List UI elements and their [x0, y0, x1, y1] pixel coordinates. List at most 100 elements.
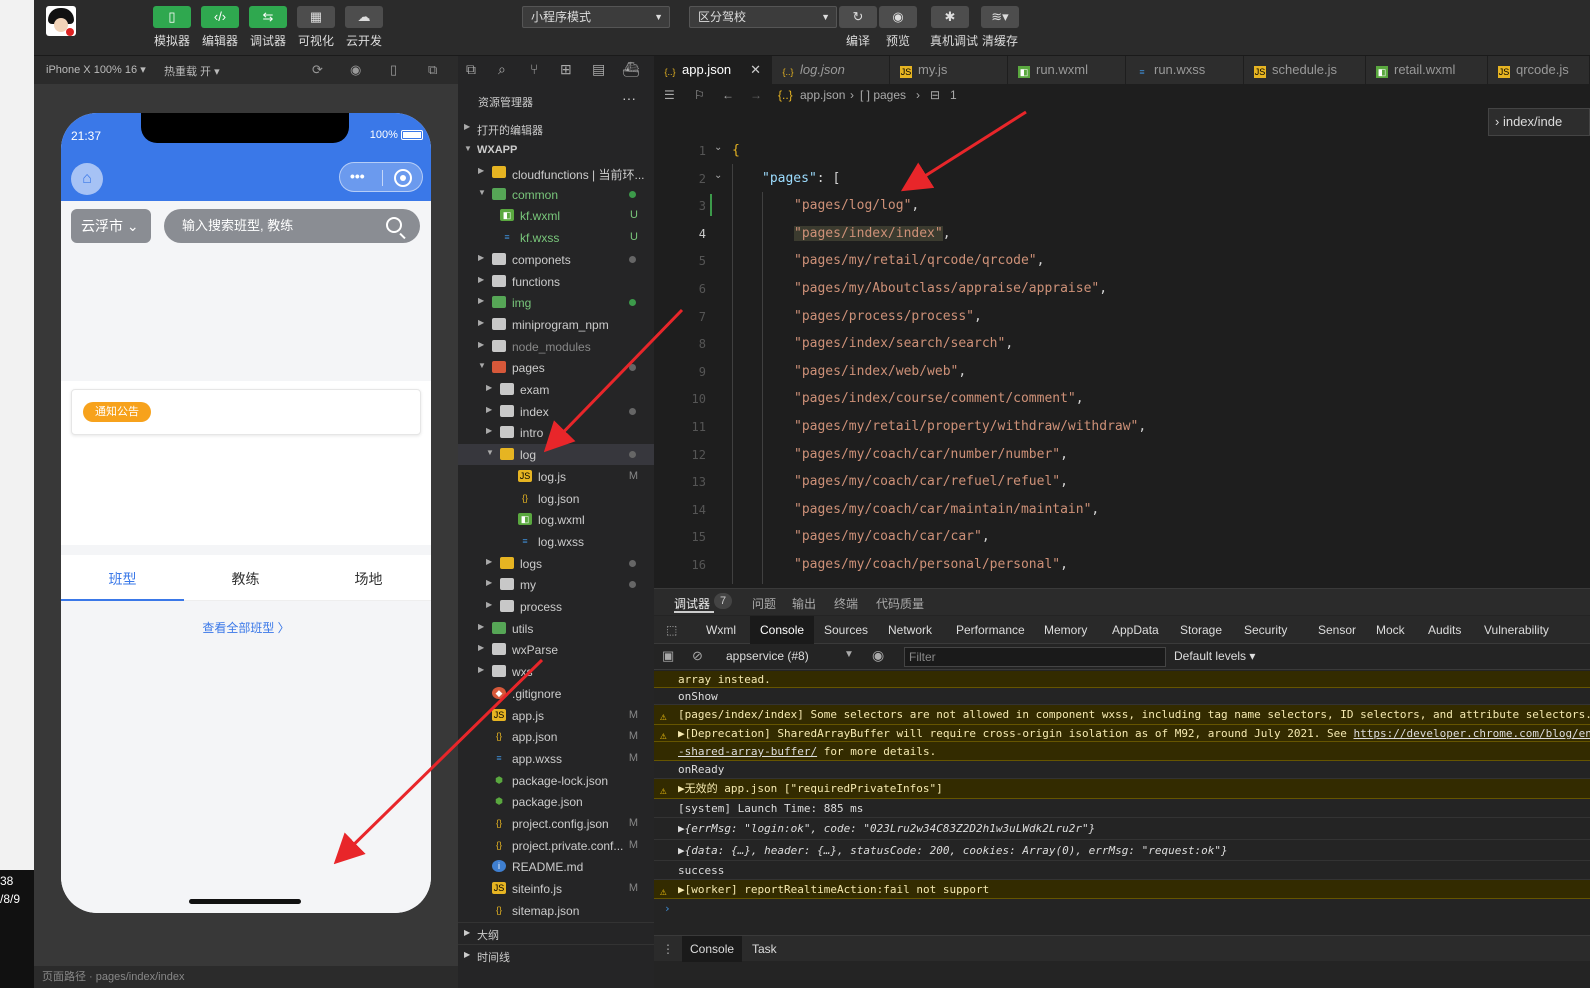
tree-item[interactable]: ▶ componets [458, 249, 654, 270]
open-editors-section[interactable]: ▶ 打开的编辑器 [458, 118, 654, 139]
rotate-icon[interactable]: ⟳ [312, 62, 323, 78]
tree-item[interactable]: ▶ cloudfunctions | 当前环... [458, 162, 654, 183]
tree-item[interactable]: ▶ functions [458, 271, 654, 292]
user-avatar[interactable] [46, 6, 76, 36]
inspect-icon[interactable]: ⬚ [656, 616, 687, 644]
tree-item[interactable]: ≡ kf.wxss U [458, 227, 654, 248]
console-link[interactable]: -shared-array-buffer/ [678, 745, 817, 758]
tab-problems[interactable]: 问题 [752, 595, 776, 612]
tree-item[interactable]: ▼ pages [458, 357, 654, 378]
tree-item[interactable]: ▶ my [458, 574, 654, 595]
tree-item[interactable]: ◆ .gitignore [458, 683, 654, 704]
device-select[interactable]: iPhone X 100% 16 ▾ [46, 63, 146, 76]
editor-tab[interactable]: {..} app.json ✕ [654, 56, 772, 84]
compile-button[interactable]: ↻ 编译 [838, 6, 878, 50]
city-selector[interactable]: 云浮市 ⌄ [71, 209, 151, 243]
storage-icon[interactable]: ▤ [592, 61, 605, 78]
tree-item[interactable]: JS app.js M [458, 705, 654, 726]
tree-item[interactable]: i README.md [458, 856, 654, 877]
panel-tab-audits[interactable]: Audits [1418, 616, 1471, 644]
files-icon[interactable]: ⧉ [466, 61, 476, 78]
tree-item[interactable]: ≡ log.wxss [458, 531, 654, 552]
list-icon[interactable]: ☰ [664, 88, 675, 102]
view-all-link[interactable]: 查看全部班型 〉 [61, 619, 431, 636]
tree-item[interactable]: ▶ wxs [458, 661, 654, 682]
preview-button[interactable]: ◉ 预览 [878, 6, 918, 50]
back-icon[interactable]: ← [722, 88, 734, 102]
tree-item[interactable]: {} project.private.conf... M [458, 835, 654, 856]
forward-icon[interactable]: → [750, 88, 762, 102]
code-editor[interactable]: 1 ⌄ {2 ⌄ "pages": [3 "pages/log/log", 4 "pages/… [654, 106, 1590, 584]
editor-tab[interactable]: ◧ run.wxml [1008, 56, 1126, 84]
editor-tab[interactable]: ≡ run.wxss [1126, 56, 1244, 84]
home-icon[interactable]: ⌂ [71, 163, 103, 195]
fold-icon[interactable]: ⌄ [714, 170, 722, 181]
panel-tab-mock[interactable]: Mock [1366, 616, 1415, 644]
close-target-icon[interactable] [394, 169, 412, 187]
breadcrumb-pages[interactable]: [ ] pages [860, 88, 906, 102]
editor-tab[interactable]: {..} log.json [772, 56, 890, 84]
sidebar-toggle-icon[interactable]: ▣ [662, 648, 674, 664]
outline-section[interactable]: ▶ 大纲 [458, 922, 654, 944]
tab-field[interactable]: 场地 [307, 569, 430, 589]
tree-item[interactable]: ◧ log.wxml [458, 509, 654, 530]
search-icon[interactable]: ⌕ [498, 61, 506, 78]
visual-button[interactable]: ▦ 可视化 [296, 6, 336, 50]
debugger-toggle-button[interactable]: ⇆ 调试器 [248, 6, 288, 50]
tree-item[interactable]: {} log.json [458, 488, 654, 509]
fold-icon[interactable]: ⌄ [714, 142, 722, 153]
tree-item[interactable]: JS log.js M [458, 466, 654, 487]
more-icon[interactable]: ••• [350, 168, 365, 184]
panel-tab-appdata[interactable]: AppData [1102, 616, 1169, 644]
tab-output[interactable]: 输出 [792, 595, 816, 612]
timeline-section[interactable]: ▶ 时间线 [458, 944, 654, 966]
panel-tab-security[interactable]: Security [1234, 616, 1297, 644]
tab-coach[interactable]: 教练 [184, 569, 307, 589]
panel-tab-memory[interactable]: Memory [1034, 616, 1097, 644]
panel-tab-console[interactable]: Console [750, 616, 815, 644]
record-icon[interactable]: ◉ [350, 62, 361, 78]
clear-cache-button[interactable]: ≋▾ 清缓存 [980, 6, 1020, 50]
tree-item[interactable]: {} sitemap.json [458, 900, 654, 921]
editor-tab[interactable]: ◧ retail.wxml [1366, 56, 1488, 84]
clear-console-icon[interactable]: ⊘ [692, 648, 703, 664]
panel-tab-vulnerability[interactable]: Vulnerability [1474, 616, 1559, 644]
editor-tab[interactable]: JS schedule.js [1244, 56, 1366, 84]
context-select[interactable]: appservice (#8) [726, 649, 809, 663]
tree-item[interactable]: {} project.config.json M [458, 813, 654, 834]
tree-item[interactable]: ▶ wxParse [458, 639, 654, 660]
wxapp-root-section[interactable]: ▼ WXAPP [458, 140, 654, 161]
panel-tab-network[interactable]: Network [878, 616, 942, 644]
drawer-menu-icon[interactable]: ⋮ [654, 936, 682, 962]
panel-tab-sensor[interactable]: Sensor [1308, 616, 1366, 644]
editor-toggle-button[interactable]: ‹/› 编辑器 [200, 6, 240, 50]
filter-input[interactable]: Filter [904, 647, 1166, 667]
tree-item[interactable]: ▶ img [458, 292, 654, 313]
tree-item[interactable]: ▶ utils [458, 618, 654, 639]
remote-debug-button[interactable]: ✱ 真机调试 [930, 6, 978, 50]
phone-icon[interactable]: ▯ [390, 62, 397, 78]
tree-item[interactable]: ▶ intro [458, 422, 654, 443]
more-icon[interactable]: ··· [622, 90, 636, 106]
tree-item[interactable]: JS siteinfo.js M [458, 878, 654, 899]
popout-icon[interactable]: ⧉ [428, 62, 437, 78]
git-branch-icon[interactable]: ⑂ [530, 61, 538, 77]
tree-item[interactable]: ≡ app.wxss M [458, 748, 654, 769]
peek-file-label[interactable]: › index/inde [1488, 108, 1590, 136]
capsule-menu[interactable]: ••• [339, 162, 423, 192]
docker-icon[interactable]: ⛴ [622, 61, 640, 78]
bookmark-icon[interactable]: ⚐ [694, 88, 705, 102]
eye-icon[interactable]: ◉ [872, 647, 884, 664]
tab-class-type[interactable]: 班型 [61, 569, 184, 589]
tree-item[interactable]: ▶ miniprogram_npm [458, 314, 654, 335]
close-icon[interactable]: ✕ [750, 56, 761, 84]
tree-item[interactable]: ▶ logs [458, 553, 654, 574]
tree-item[interactable]: ⬢ package-lock.json [458, 770, 654, 791]
notice-card[interactable]: 通知公告 [71, 389, 421, 435]
chevron-down-icon[interactable]: ▼ [844, 649, 854, 660]
tab-terminal[interactable]: 终端 [834, 595, 858, 612]
mode-select[interactable]: 小程序模式 ▼ [522, 6, 670, 28]
editor-tab[interactable]: JS qrcode.js [1488, 56, 1590, 84]
hot-reload-select[interactable]: 热重载 开 ▾ [164, 63, 220, 79]
tree-item[interactable]: {} app.json M [458, 726, 654, 747]
